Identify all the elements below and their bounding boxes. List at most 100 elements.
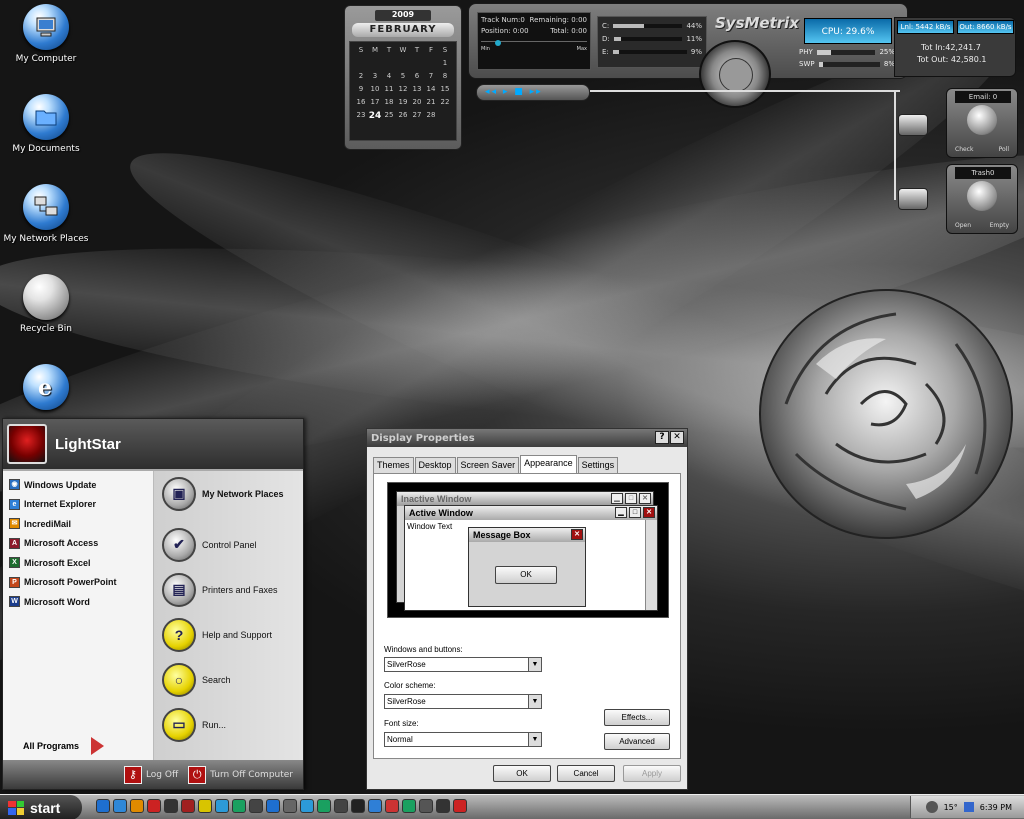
quick-launch-icon[interactable] (334, 799, 348, 813)
help-button[interactable]: ? (655, 431, 669, 444)
ok-button[interactable]: OK (493, 765, 551, 782)
tab-settings[interactable]: Settings (577, 457, 619, 473)
start-menu-place[interactable]: ▭ Run... (154, 702, 303, 747)
calendar-day[interactable]: 15 (438, 85, 452, 98)
font-size-select[interactable]: Normal ▼ (384, 732, 542, 747)
desktop-icon-internet-explorer[interactable]: e (0, 364, 92, 414)
quick-launch-icon[interactable] (181, 799, 195, 813)
calendar-day[interactable]: 2 (354, 72, 368, 85)
start-menu-item[interactable]: ✉ IncrediMail (3, 514, 153, 534)
apply-button[interactable]: Apply (623, 765, 681, 782)
tab-themes[interactable]: Themes (373, 457, 414, 473)
start-menu-place[interactable]: ○ Search (154, 657, 303, 702)
calendar-day[interactable]: 21 (424, 98, 438, 111)
calendar-day[interactable]: 10 (368, 85, 382, 98)
start-menu-item[interactable]: X Microsoft Excel (3, 553, 153, 573)
calendar-day[interactable]: 19 (396, 98, 410, 111)
calendar-day[interactable]: 14 (424, 85, 438, 98)
quick-launch-icon[interactable] (249, 799, 263, 813)
calendar-day[interactable]: 13 (410, 85, 424, 98)
quick-launch-icon[interactable] (385, 799, 399, 813)
calendar-day[interactable]: 12 (396, 85, 410, 98)
calendar-day[interactable]: 7 (424, 72, 438, 85)
quick-launch-icon[interactable] (130, 799, 144, 813)
cancel-button[interactable]: Cancel (557, 765, 615, 782)
calendar-day[interactable]: 25 (382, 111, 396, 124)
weather-temperature[interactable]: 15° (944, 803, 958, 812)
calendar-day[interactable]: 17 (368, 98, 382, 111)
email-poll-button[interactable]: Poll (999, 146, 1009, 153)
quick-launch-icon[interactable] (198, 799, 212, 813)
turn-off-button[interactable]: ⏻ Turn Off Computer (188, 765, 293, 784)
calendar-day[interactable]: 6 (410, 72, 424, 85)
calendar-day[interactable]: 16 (354, 98, 368, 111)
calendar-day[interactable]: 18 (382, 98, 396, 111)
email-check-button[interactable]: Check (955, 146, 973, 153)
preview-message-title: Message Box ✕ (469, 528, 585, 542)
start-menu-place[interactable]: ? Help and Support (154, 612, 303, 657)
calendar-day[interactable]: 22 (438, 98, 452, 111)
log-off-button[interactable]: ⚷ Log Off (123, 765, 178, 784)
all-programs-button[interactable]: All Programs (23, 737, 105, 755)
user-avatar[interactable] (7, 424, 47, 464)
quick-launch-icon[interactable] (368, 799, 382, 813)
tab-appearance[interactable]: Appearance (520, 455, 577, 473)
quick-launch-icon[interactable] (164, 799, 178, 813)
quick-launch-icon[interactable] (266, 799, 280, 813)
tab-screen-saver[interactable]: Screen Saver (456, 457, 520, 473)
start-menu-item[interactable]: ◉ Windows Update (3, 475, 153, 495)
desktop-icon-recycle-bin[interactable]: Recycle Bin (0, 274, 92, 334)
advanced-button[interactable]: Advanced (604, 733, 670, 750)
color-scheme-select[interactable]: SilverRose ▼ (384, 694, 542, 709)
start-menu-item[interactable]: P Microsoft PowerPoint (3, 573, 153, 593)
start-menu-item[interactable]: W Microsoft Word (3, 592, 153, 612)
calendar-day[interactable]: 20 (410, 98, 424, 111)
calendar-day[interactable]: 27 (410, 111, 424, 124)
calendar-day[interactable]: 11 (382, 85, 396, 98)
trash-open-button[interactable]: Open (955, 222, 971, 229)
quick-launch-icon[interactable] (113, 799, 127, 813)
calendar-day[interactable]: 5 (396, 72, 410, 85)
close-button[interactable]: ✕ (670, 431, 684, 444)
volume-slider[interactable] (495, 40, 501, 46)
calendar-day[interactable]: 28 (424, 111, 438, 124)
quick-launch-icon[interactable] (300, 799, 314, 813)
quick-launch-icon[interactable] (147, 799, 161, 813)
calendar-day[interactable]: 3 (368, 72, 382, 85)
quick-launch-icon[interactable] (436, 799, 450, 813)
calendar-day[interactable]: 9 (354, 85, 368, 98)
quick-launch-icon[interactable] (232, 799, 246, 813)
calendar-day[interactable]: 8 (438, 72, 452, 85)
quick-launch-icon[interactable] (283, 799, 297, 813)
quick-launch-icon[interactable] (419, 799, 433, 813)
start-button[interactable]: start (0, 795, 82, 819)
start-menu-item[interactable]: A Microsoft Access (3, 534, 153, 554)
calendar-day[interactable]: 26 (396, 111, 410, 124)
calendar-day[interactable]: 23 (354, 111, 368, 124)
quick-launch-icon[interactable] (402, 799, 416, 813)
svg-text:e: e (38, 375, 52, 401)
start-menu-place[interactable]: ▣ My Network Places (154, 471, 303, 516)
calendar-day[interactable]: 1 (438, 59, 452, 72)
desktop-icon-my-documents[interactable]: My Documents (0, 94, 92, 154)
calendar-day[interactable]: 24 (368, 111, 382, 124)
clock[interactable]: 6:39 PM (980, 803, 1012, 812)
quick-launch-icon[interactable] (96, 799, 110, 813)
volume-icon[interactable] (925, 801, 938, 813)
tab-desktop[interactable]: Desktop (414, 457, 456, 473)
start-menu-item[interactable]: e Internet Explorer (3, 495, 153, 515)
windows-buttons-select[interactable]: SilverRose ▼ (384, 657, 542, 672)
quick-launch-icon[interactable] (453, 799, 467, 813)
media-controls[interactable]: ◂◂ ▸ ■ ▸▸ (476, 84, 590, 101)
start-menu-place[interactable]: ✔ Control Panel (154, 522, 303, 567)
quick-launch-icon[interactable] (215, 799, 229, 813)
calendar-day[interactable]: 4 (382, 72, 396, 85)
network-tray-icon[interactable] (963, 802, 974, 812)
quick-launch-icon[interactable] (317, 799, 331, 813)
quick-launch-icon[interactable] (351, 799, 365, 813)
desktop-icon-my-computer[interactable]: My Computer (0, 4, 92, 64)
trash-empty-button[interactable]: Empty (990, 222, 1009, 229)
desktop-icon-my-network-places[interactable]: My Network Places (0, 184, 92, 244)
effects-button[interactable]: Effects... (604, 709, 670, 726)
start-menu-place[interactable]: ▤ Printers and Faxes (154, 567, 303, 612)
